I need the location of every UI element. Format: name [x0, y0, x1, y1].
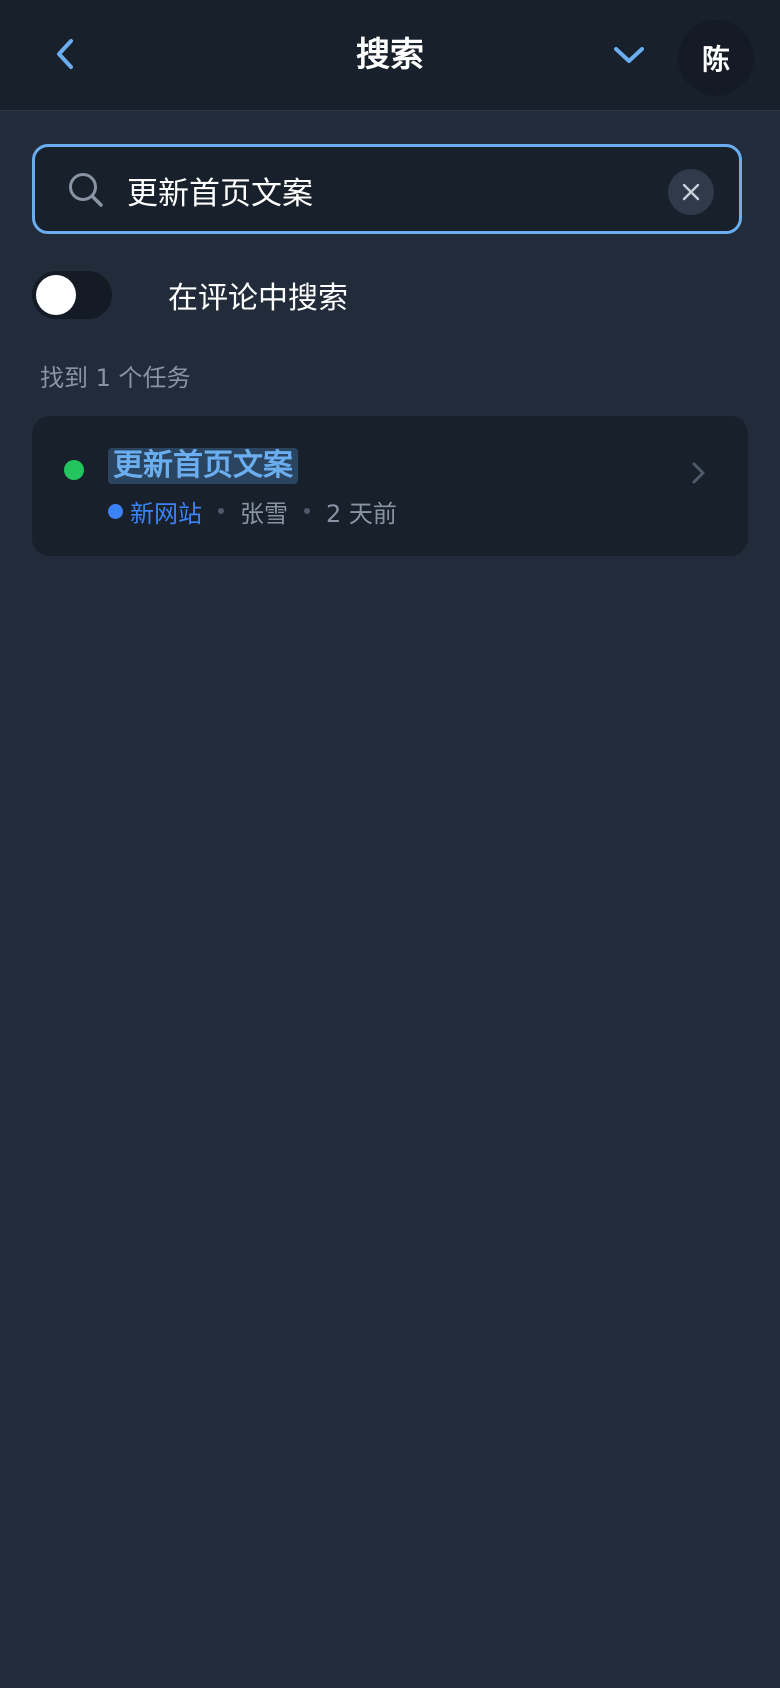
separator-dot — [218, 508, 224, 514]
avatar[interactable]: 陈 — [678, 20, 754, 96]
search-input[interactable] — [127, 165, 667, 215]
chevron-right-icon — [692, 462, 705, 484]
collapse-button[interactable] — [604, 30, 654, 80]
task-meta: 新网站 张雪 2 天前 — [108, 494, 397, 528]
task-title: 更新首页文案 — [108, 448, 298, 484]
clear-search-button[interactable] — [668, 169, 714, 215]
separator-dot — [304, 508, 310, 514]
page-title: 搜索 — [356, 35, 424, 75]
comment-search-toggle[interactable] — [32, 271, 112, 319]
search-bar — [32, 144, 742, 234]
task-result-item[interactable]: 更新首页文案 新网站 张雪 2 天前 — [32, 416, 748, 556]
relative-time: 2 天前 — [326, 499, 397, 528]
status-dot — [64, 460, 84, 480]
project-color-dot — [108, 503, 123, 519]
project-name: 新网站 — [130, 499, 202, 528]
close-icon — [682, 183, 700, 201]
comment-search-label: 在评论中搜索 — [168, 281, 348, 316]
comment-search-row: 在评论中搜索 — [32, 270, 348, 320]
chevron-down-icon — [614, 47, 644, 63]
toggle-knob — [36, 275, 76, 315]
result-count: 找到 1 个任务 — [40, 364, 191, 392]
search-icon — [69, 173, 103, 207]
assignee-name: 张雪 — [240, 499, 288, 528]
top-bar: 搜索 陈 — [0, 0, 780, 111]
